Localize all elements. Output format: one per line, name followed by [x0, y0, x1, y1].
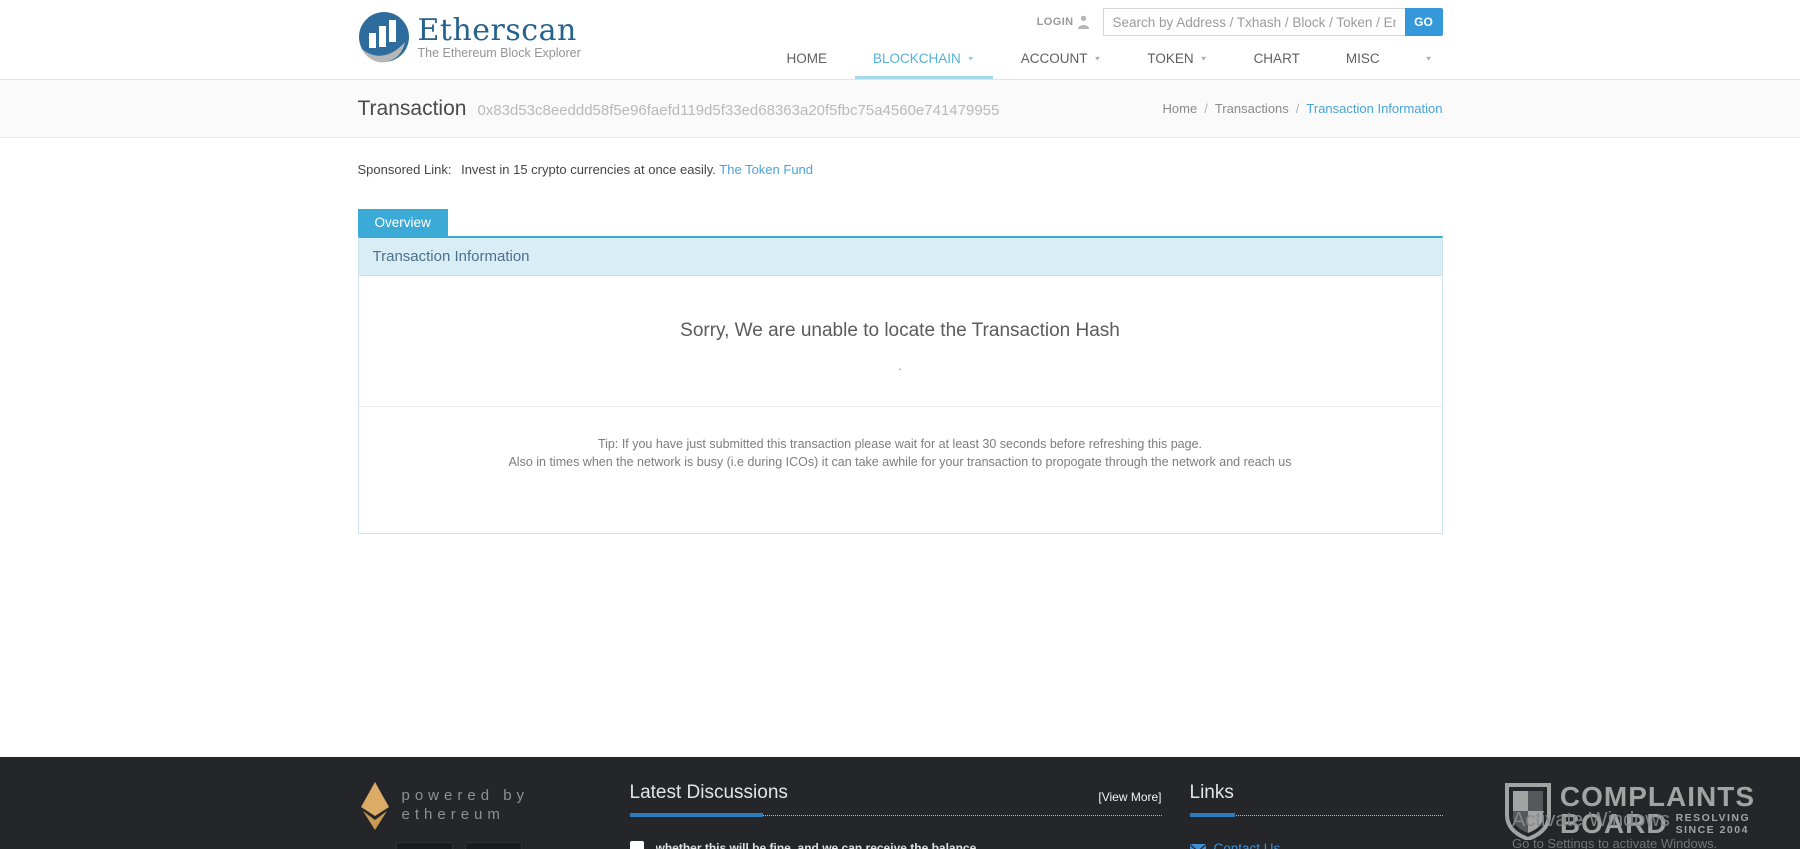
nav-account-label: ACCOUNT [1021, 51, 1088, 66]
nav-blockchain-label: BLOCKCHAIN [873, 51, 961, 66]
nav-blockchain[interactable]: BLOCKCHAIN ▼ [850, 38, 998, 79]
powered-by-text: powered by [402, 786, 530, 805]
nav-token[interactable]: TOKEN ▼ [1124, 38, 1230, 79]
top-header: Etherscan The Ethereum Block Explorer LO… [0, 0, 1800, 80]
transaction-hash: 0x83d53c8eeddd58f5e96faefd119d5f33ed6836… [477, 102, 999, 119]
view-more-link[interactable]: [View More] [1098, 790, 1161, 804]
etherscan-logo[interactable]: Etherscan The Ethereum Block Explorer [358, 0, 581, 79]
tip-text: Tip: If you have just submitted this tra… [359, 407, 1442, 533]
nav-chart-label: CHART [1254, 51, 1300, 66]
nav-misc[interactable]: MISC [1323, 38, 1403, 79]
discussion-list-item[interactable]: whether this will be fine, and we can re… [630, 841, 1162, 849]
breadcrumb-home[interactable]: Home [1163, 101, 1198, 116]
powered-by-ethereum: powered by ethereum [358, 782, 630, 830]
breadcrumb-separator: / [1296, 101, 1300, 116]
chevron-down-icon: ▼ [1425, 55, 1433, 62]
activate-windows-line1: Activate Windows [1512, 809, 1717, 832]
sponsored-link[interactable]: The Token Fund [719, 162, 813, 177]
links-heading: Links [1190, 782, 1234, 804]
main-nav: HOME BLOCKCHAIN ▼ ACCOUNT ▼ TOKEN ▼ CHAR… [764, 38, 1443, 79]
main-content: Sponsored Link: Invest in 15 crypto curr… [358, 162, 1443, 534]
etherscan-logo-icon [358, 11, 410, 69]
transaction-panel: Transaction Information Sorry, We are un… [358, 236, 1443, 534]
tip-line-2: Also in times when the network is busy (… [369, 453, 1432, 471]
not-found-message: Sorry, We are unable to locate the Trans… [359, 276, 1442, 342]
search-input[interactable] [1103, 8, 1405, 36]
footer-social-button[interactable] [465, 842, 522, 849]
sponsored-link-row: Sponsored Link: Invest in 15 crypto curr… [358, 162, 1443, 177]
tab-overview[interactable]: Overview [358, 209, 448, 236]
chevron-down-icon: ▼ [1200, 55, 1208, 62]
ethereum-diamond-icon [360, 782, 390, 830]
envelope-icon [1190, 844, 1206, 849]
ethereum-text: ethereum [402, 805, 530, 824]
login-link[interactable]: LOGIN [1037, 15, 1089, 29]
dot-text: . [359, 358, 1442, 373]
nav-chart[interactable]: CHART [1231, 38, 1323, 79]
discussion-bullet-icon [630, 841, 644, 849]
activate-windows-watermark: Activate Windows Go to Settings to activ… [1512, 809, 1717, 849]
nav-account[interactable]: ACCOUNT ▼ [998, 38, 1125, 79]
page-title: Transaction [358, 97, 467, 121]
discussion-item-text[interactable]: whether this will be fine, and we can re… [656, 841, 977, 849]
sponsored-label: Sponsored Link: [358, 162, 452, 177]
tip-line-1: Tip: If you have just submitted this tra… [369, 435, 1432, 453]
nav-misc-label: MISC [1346, 51, 1380, 66]
activate-windows-line2: Go to Settings to activate Windows. [1512, 836, 1717, 849]
footer: powered by ethereum Latest Discussions [… [0, 757, 1800, 849]
page-title-bar: Transaction 0x83d53c8eeddd58f5e96faefd11… [0, 80, 1800, 138]
panel-header: Transaction Information [359, 238, 1442, 276]
go-button[interactable]: GO [1405, 8, 1443, 36]
nav-home-label: HOME [787, 51, 828, 66]
nav-more-dropdown[interactable]: ▼ [1403, 38, 1443, 79]
breadcrumb-separator: / [1204, 101, 1208, 116]
breadcrumb-transactions[interactable]: Transactions [1215, 101, 1289, 116]
user-icon [1078, 15, 1089, 29]
chevron-down-icon: ▼ [967, 55, 975, 62]
sponsored-text: Invest in 15 crypto currencies at once e… [461, 162, 716, 177]
logo-tagline: The Ethereum Block Explorer [418, 46, 581, 60]
links-rule [1190, 813, 1443, 817]
complaints-text: COMPLAINTS [1560, 783, 1755, 810]
nav-home[interactable]: HOME [764, 38, 851, 79]
nav-token-label: TOKEN [1147, 51, 1193, 66]
contact-us-link[interactable]: Contact Us [1190, 841, 1443, 849]
footer-social-button[interactable] [396, 842, 453, 849]
breadcrumb: Home / Transactions / Transaction Inform… [1163, 101, 1443, 116]
chevron-down-icon: ▼ [1093, 55, 1101, 62]
contact-us-label: Contact Us [1214, 841, 1281, 849]
discussions-rule [630, 813, 1162, 817]
login-label: LOGIN [1037, 16, 1074, 28]
logo-wordmark: Etherscan [418, 15, 581, 46]
latest-discussions-heading: Latest Discussions [630, 782, 788, 804]
breadcrumb-current[interactable]: Transaction Information [1306, 101, 1442, 116]
